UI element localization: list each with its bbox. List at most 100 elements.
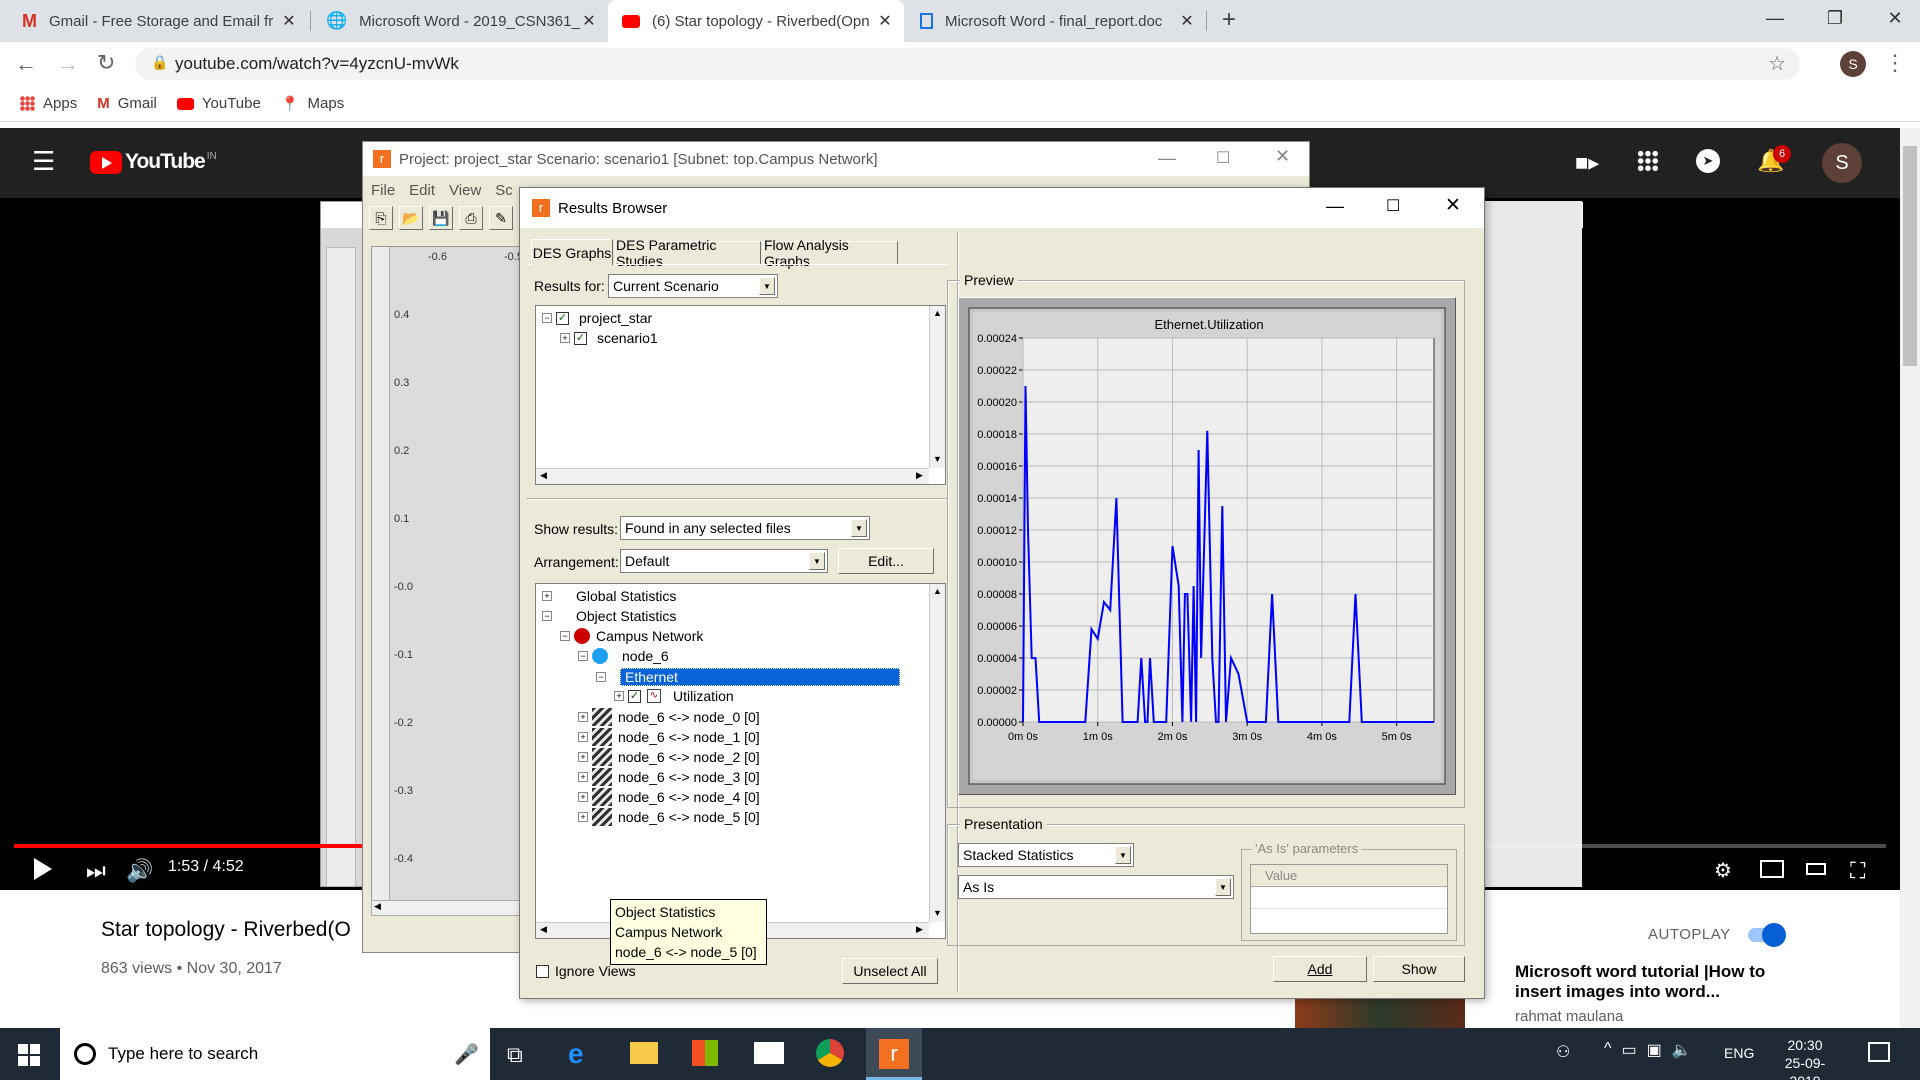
tree-item-link[interactable]: + node_6 <-> node_4 [0] (578, 788, 760, 806)
bookmark-maps[interactable]: 📍 Maps (281, 95, 344, 113)
scroll-right-arrow-icon[interactable]: ▶ (916, 924, 923, 935)
unselect-all-button[interactable]: Unselect All (842, 958, 938, 984)
bookmark-youtube[interactable]: YouTube (176, 95, 261, 112)
collapse-icon[interactable]: − (542, 313, 552, 323)
settings-gear-icon[interactable]: ⚙ (1714, 858, 1732, 883)
add-button[interactable]: Add (1273, 956, 1367, 982)
scroll-down-arrow-icon[interactable]: ▼ (933, 454, 942, 464)
hamburger-menu-icon[interactable]: ☰ (32, 148, 55, 174)
language-indicator[interactable]: ENG (1724, 1045, 1754, 1061)
forward-icon[interactable]: → (57, 51, 79, 77)
autoplay-toggle[interactable] (1748, 923, 1786, 947)
close-tab-icon[interactable]: ✕ (1178, 11, 1196, 31)
minimize-icon[interactable]: — (1326, 196, 1344, 217)
tree-item-link[interactable]: + node_6 <-> node_3 [0] (578, 768, 760, 786)
close-tab-icon[interactable]: ✕ (280, 11, 298, 31)
tree-item-scenario1[interactable]: + ✓ scenario1 (560, 330, 658, 346)
next-video-icon[interactable]: ⏭ (86, 858, 106, 884)
next-video-channel[interactable]: rahmat maulana (1515, 1008, 1623, 1025)
print-icon[interactable]: ⎙ (459, 206, 483, 230)
minimize-icon[interactable]: — (1158, 148, 1176, 169)
checkbox-checked-icon[interactable]: ✓ (556, 311, 569, 325)
chevron-up-icon[interactable]: ^ (1604, 1040, 1612, 1060)
riverbed-taskbar-button[interactable]: r (866, 1028, 922, 1080)
maximize-icon[interactable]: ☐ (1216, 148, 1230, 168)
tree-item-ethernet[interactable]: − Ethernet (596, 668, 900, 686)
tree-item-link[interactable]: + node_6 <-> node_2 [0] (578, 748, 760, 766)
scroll-up-arrow-icon[interactable]: ▲ (933, 308, 942, 318)
account-avatar[interactable]: S (1822, 143, 1862, 183)
taskbar-search-box[interactable]: Type here to search 🎤 (60, 1028, 490, 1080)
collapse-icon[interactable]: − (542, 611, 552, 621)
volume-icon[interactable]: 🔊 (126, 858, 153, 884)
next-video-title-line1[interactable]: Microsoft word tutorial |How to (1515, 962, 1765, 982)
statistics-tree-vscrollbar[interactable]: ▲ ▼ (929, 584, 945, 922)
miniplayer-icon[interactable] (1760, 860, 1784, 878)
restore-icon[interactable]: ❐ (1805, 0, 1865, 36)
back-icon[interactable]: ← (15, 51, 37, 77)
expand-icon[interactable]: + (614, 691, 624, 701)
profile-avatar[interactable]: S (1840, 51, 1866, 77)
expand-icon[interactable]: + (578, 772, 588, 782)
bookmark-apps[interactable]: Apps (20, 95, 77, 112)
presentation-select[interactable]: Stacked Statistics ▼ (958, 843, 1134, 867)
arrangement-select[interactable]: Default ▼ (620, 549, 828, 573)
scroll-up-arrow-icon[interactable]: ▲ (933, 586, 942, 596)
workspace-hscrollbar[interactable]: ◀ (371, 900, 529, 916)
menu-scenarios[interactable]: Sc (495, 182, 513, 199)
mail-icon[interactable] (754, 1042, 784, 1064)
tab-des-graphs[interactable]: DES Graphs (531, 239, 613, 265)
expand-icon[interactable]: + (578, 752, 588, 762)
close-window-icon[interactable]: ✕ (1865, 0, 1920, 36)
tree-item-object-statistics[interactable]: − Object Statistics (542, 608, 676, 624)
system-tray-icons[interactable]: ^ ▭ ▣ 🔈 (1604, 1040, 1692, 1060)
new-project-icon[interactable]: ⎘ (369, 206, 393, 230)
expand-icon[interactable]: + (578, 792, 588, 802)
people-icon[interactable]: ⚇ (1556, 1042, 1570, 1062)
reload-icon[interactable]: ↻ (97, 50, 115, 76)
scroll-down-arrow-icon[interactable]: ▼ (933, 908, 942, 918)
tree-item-campus-network[interactable]: − Campus Network (560, 628, 703, 644)
scroll-left-arrow-icon[interactable]: ◀ (374, 901, 381, 912)
star-icon[interactable]: ☆ (1768, 51, 1786, 76)
expand-icon[interactable]: + (578, 732, 588, 742)
expand-icon[interactable]: + (560, 333, 570, 343)
next-video-title-line2[interactable]: insert images into word... (1515, 982, 1720, 1002)
apps-grid-icon[interactable] (1637, 150, 1659, 172)
notification-center-icon[interactable] (1868, 1042, 1890, 1062)
filter-select[interactable]: As Is ▼ (958, 875, 1234, 899)
collapse-icon[interactable]: − (596, 672, 606, 682)
tool-icon[interactable]: ✎ (489, 206, 513, 230)
expand-icon[interactable]: + (542, 591, 552, 601)
maximize-icon[interactable]: ☐ (1386, 196, 1400, 216)
menu-file[interactable]: File (371, 182, 395, 199)
close-icon[interactable]: ✕ (1445, 194, 1461, 217)
edit-button[interactable]: Edit... (838, 548, 934, 574)
scenario-tree[interactable]: − ✓ project_star + ✓ scenario1 ▲ ▼ ◀ ▶ (535, 305, 946, 485)
tab-word-csn361[interactable]: 🌐 Microsoft Word - 2019_CSN361_L ✕ (312, 0, 608, 42)
bookmark-gmail[interactable]: M Gmail (97, 95, 157, 112)
checkbox-checked-icon[interactable]: ✓ (628, 689, 641, 703)
speaker-icon[interactable]: 🔈 (1672, 1040, 1692, 1060)
tree-item-link[interactable]: + node_6 <-> node_1 [0] (578, 728, 760, 746)
open-folder-icon[interactable]: 📂 (399, 206, 423, 230)
tree-item-utilization[interactable]: + ✓ ∿ Utilization (614, 688, 734, 704)
tab-word-final-report[interactable]: Microsoft Word - final_report.doc ✕ (906, 0, 1206, 42)
battery-icon[interactable]: ▭ (1622, 1040, 1637, 1060)
results-for-select[interactable]: Current Scenario ▼ (608, 274, 778, 298)
create-video-icon[interactable]: ■▸ (1575, 150, 1599, 176)
tab-youtube-star-topology[interactable]: (6) Star topology - Riverbed(Opn ✕ (608, 0, 904, 42)
close-tab-icon[interactable]: ✕ (580, 11, 598, 31)
ignore-views-checkbox[interactable]: Ignore Views (536, 963, 636, 979)
tree-item-project-star[interactable]: − ✓ project_star (542, 310, 652, 326)
microphone-icon[interactable]: 🎤 (454, 1042, 479, 1067)
project-workspace[interactable]: 0.4 0.3 0.2 0.1 -0.0 -0.1 -0.2 -0.3 -0.4 -0.6 -0… (371, 246, 529, 912)
new-tab-icon[interactable]: + (1222, 6, 1236, 34)
tree-item-node-6[interactable]: − node_6 (578, 648, 669, 664)
tree-item-global-statistics[interactable]: + Global Statistics (542, 588, 676, 604)
edge-icon[interactable]: e (568, 1038, 584, 1070)
tree-item-link[interactable]: + node_6 <-> node_5 [0] (578, 808, 760, 826)
network-icon[interactable]: ▣ (1647, 1040, 1662, 1060)
close-tab-icon[interactable]: ✕ (876, 11, 894, 31)
taskbar-clock[interactable]: 20:30 25-09-2019 (1770, 1036, 1840, 1090)
